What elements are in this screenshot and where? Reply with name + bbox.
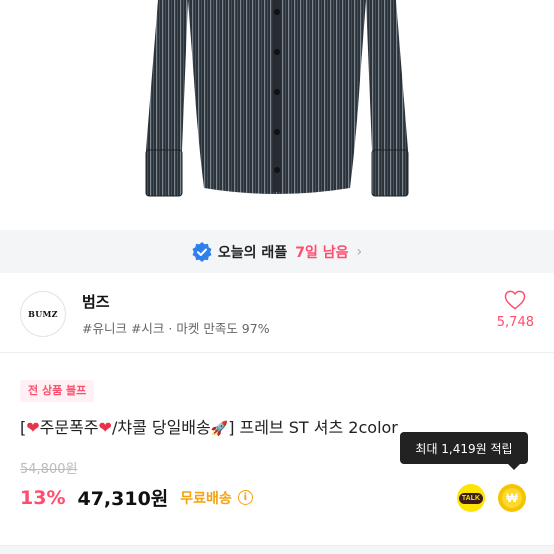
product-image[interactable] bbox=[0, 0, 554, 230]
shirt-photo bbox=[145, 0, 409, 197]
like-button[interactable]: 5,748 bbox=[497, 290, 534, 330]
sale-price: 47,310원 bbox=[77, 488, 169, 510]
raffle-label: 오늘의 래플 bbox=[217, 244, 288, 261]
raffle-banner[interactable]: 오늘의 래플 7일 남음 › bbox=[0, 230, 554, 273]
heart-icon bbox=[505, 290, 526, 310]
rocket-emoji-icon: 🚀 bbox=[210, 421, 229, 437]
shop-logo[interactable]: BUMZ bbox=[20, 291, 66, 337]
raffle-days-left: 7일 남음 bbox=[295, 244, 349, 261]
points-tooltip: 최대 1,419원 적립 bbox=[400, 432, 528, 470]
original-price: 54,800원 bbox=[20, 462, 78, 477]
chevron-right-icon: › bbox=[356, 243, 363, 260]
shop-name[interactable]: 범즈 bbox=[82, 291, 110, 312]
section-divider bbox=[0, 545, 554, 554]
point-button[interactable]: ₩ bbox=[498, 484, 526, 512]
info-icon[interactable]: i bbox=[237, 490, 253, 505]
verified-badge-icon bbox=[192, 241, 212, 262]
price-row: 13% 47,310원 무료배송 i bbox=[20, 484, 253, 511]
won-coin-icon: ₩ bbox=[502, 488, 522, 508]
shop-tags: #유니크 #시크 · 마켓 만족도 97% bbox=[82, 321, 270, 336]
promo-badge: 전 상품 블프 bbox=[20, 380, 95, 402]
discount-rate: 13% bbox=[20, 486, 66, 509]
free-shipping-label: 무료배송 bbox=[180, 490, 232, 507]
heart-emoji-icon: ❤ bbox=[98, 418, 112, 437]
like-count: 5,748 bbox=[496, 315, 534, 330]
shop-info[interactable]: BUMZ 범즈 #유니크 #시크 · 마켓 만족도 97% 5,748 bbox=[0, 273, 554, 353]
kakao-talk-button[interactable]: TALK bbox=[457, 484, 485, 512]
talk-icon: TALK bbox=[458, 492, 484, 504]
heart-emoji-icon: ❤ bbox=[26, 418, 40, 437]
